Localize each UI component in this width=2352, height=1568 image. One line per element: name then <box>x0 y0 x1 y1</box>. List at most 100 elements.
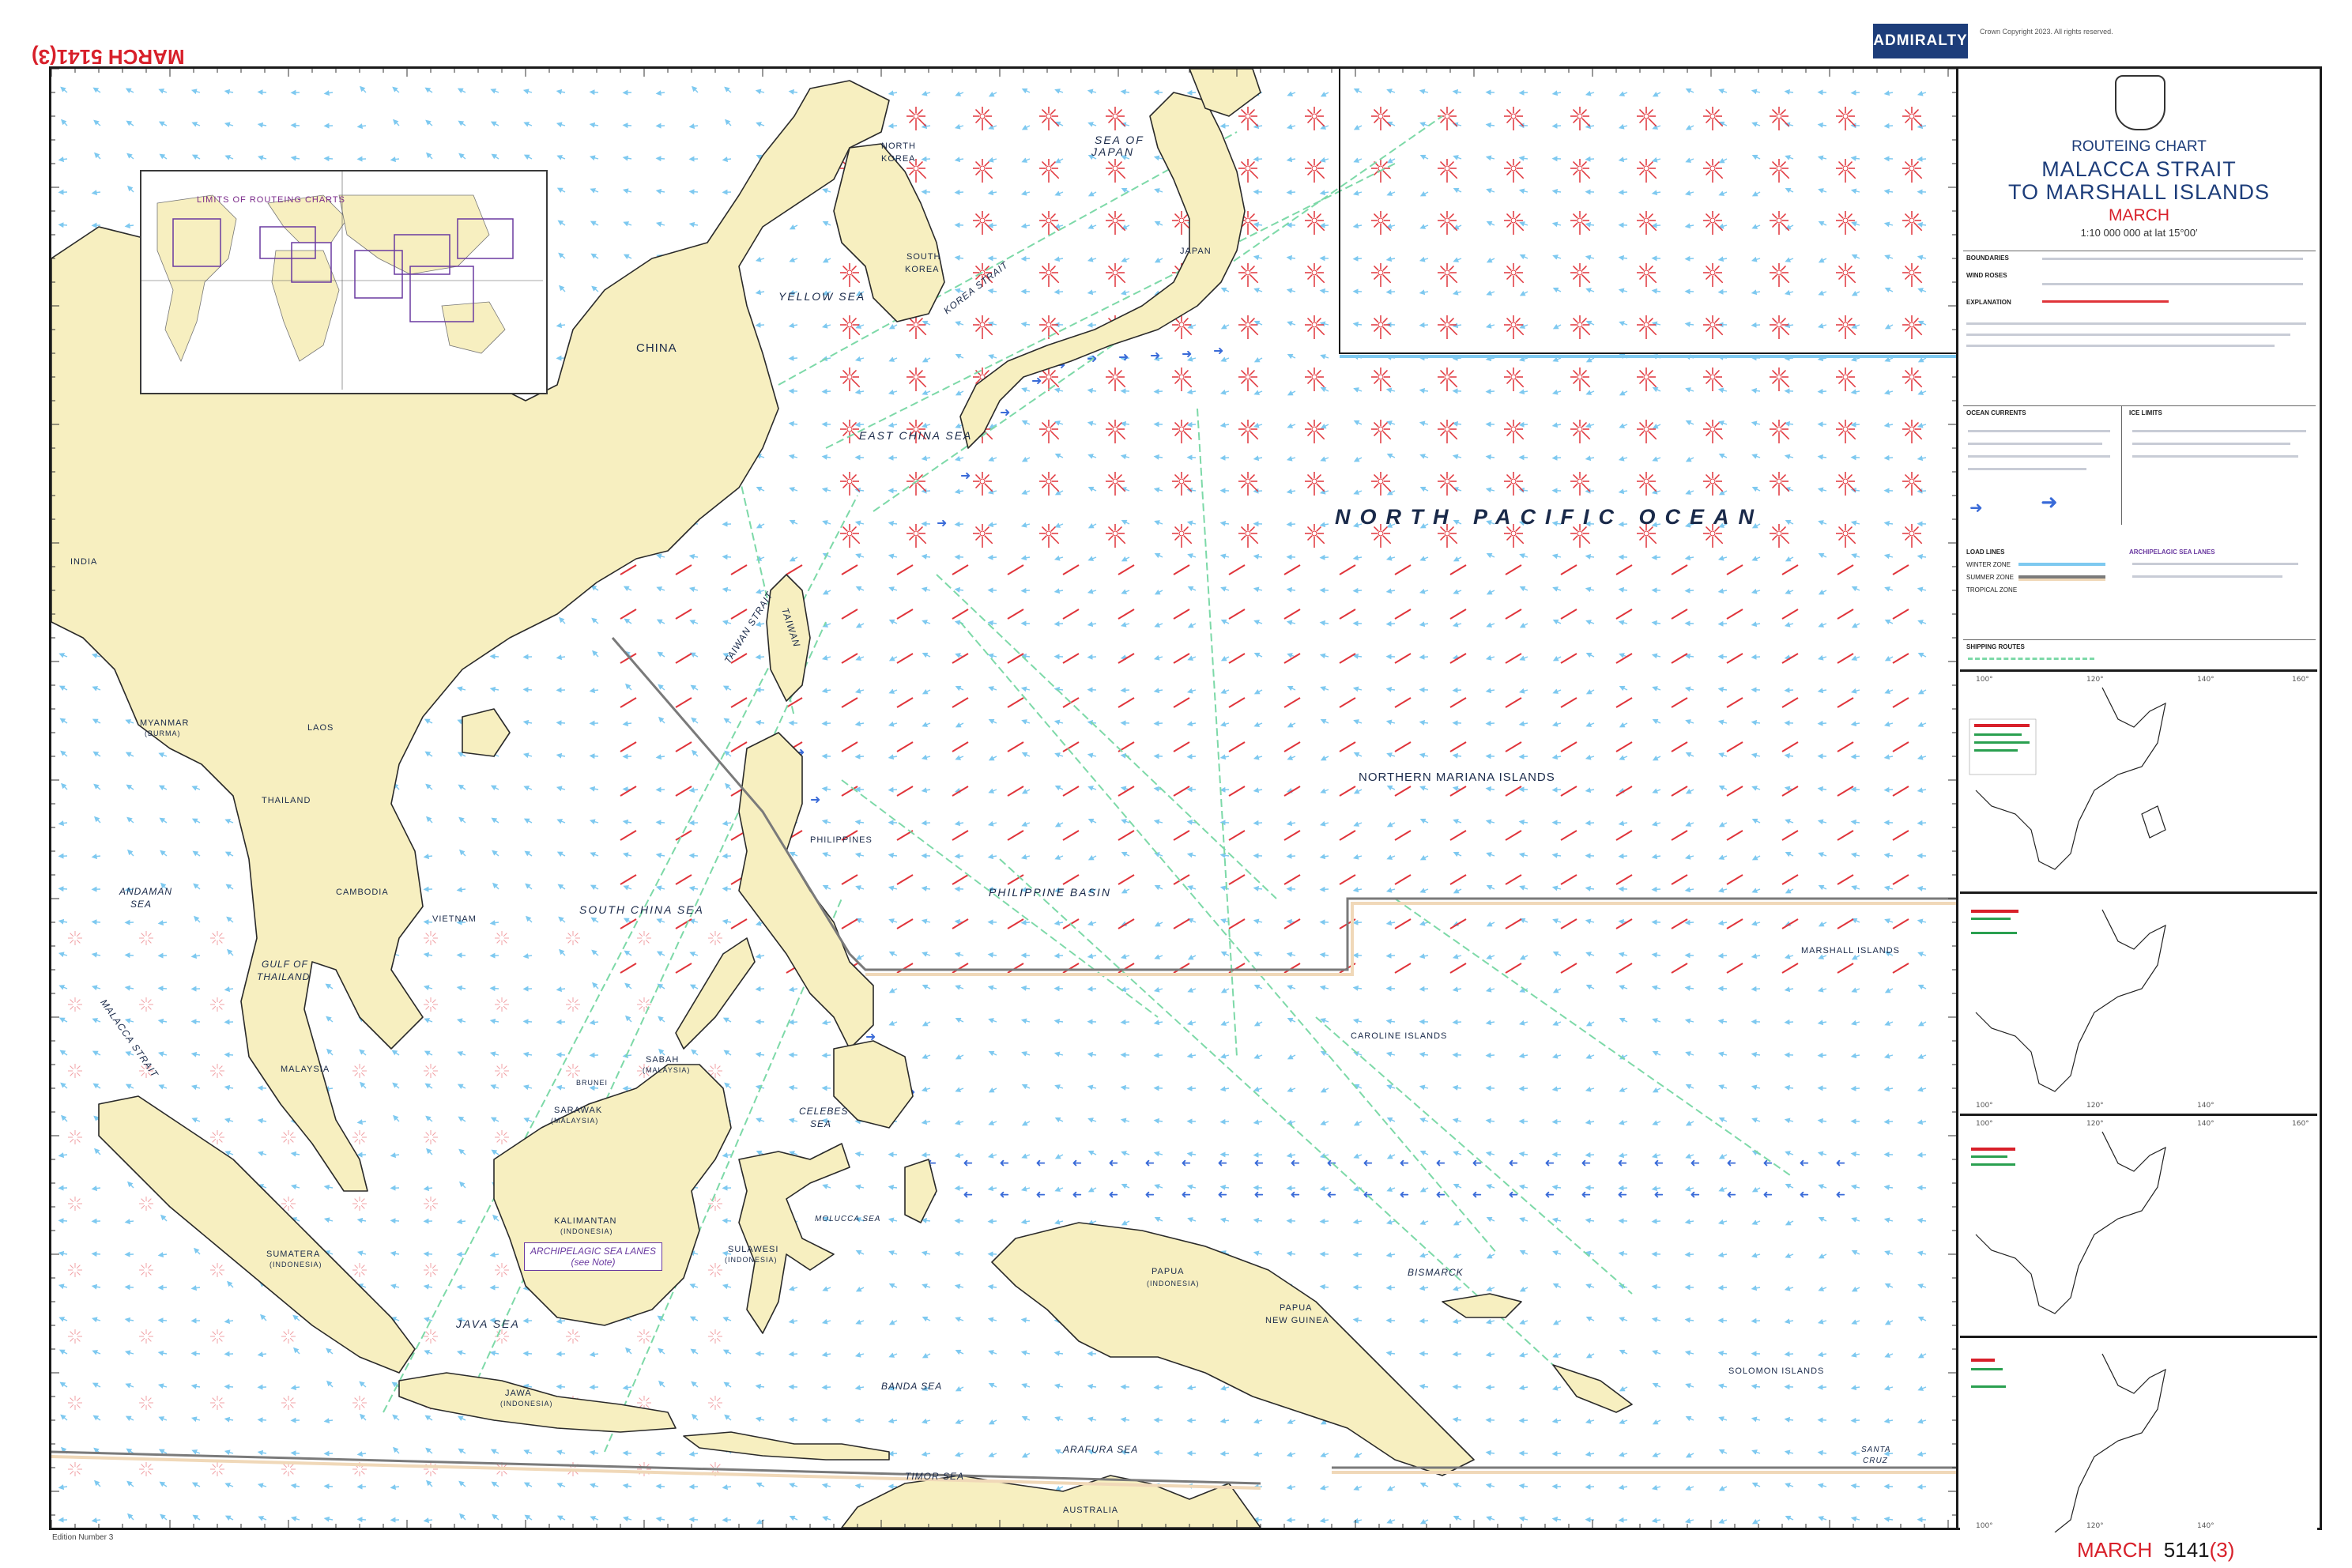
copyright-notice: Crown Copyright 2023. All rights reserve… <box>1980 28 2113 36</box>
chart-month: MARCH <box>2109 206 2169 224</box>
chart-kind: ROUTEING CHART <box>2071 138 2207 155</box>
label-santa-cruz-2: CRUZ <box>1863 1457 1888 1465</box>
label-andaman-sea-1: ANDAMAN <box>119 886 173 897</box>
label-philippine-basin: PHILIPPINE BASIN <box>989 886 1111 899</box>
legend-boundaries-section: BOUNDARIES WIND ROSES EXPLANATION <box>1963 251 2316 378</box>
inset-title: LIMITS OF ROUTEING CHARTS <box>197 195 345 205</box>
label-yellow-sea: YELLOW SEA <box>778 290 866 303</box>
label-laos: LAOS <box>307 723 334 733</box>
label-celebes-sea-1: CELEBES <box>799 1106 849 1117</box>
mini-map-visibility[interactable]: 100° 120° 140° 160° <box>1960 1114 2317 1336</box>
chart-corner-label: MARCH 5141(3) <box>32 45 185 69</box>
chart-title-line2: TO MARSHALL ISLANDS <box>2007 180 2271 204</box>
label-south-korea-2: KOREA <box>905 265 940 274</box>
aspl-note-line1: ARCHIPELAGIC SEA LANES <box>530 1246 656 1257</box>
label-myanmar: MYANMAR <box>140 718 190 728</box>
svg-text:➜: ➜ <box>960 468 971 483</box>
legend-summer-zone: SUMMER ZONE <box>1966 574 2014 581</box>
svg-text:➜: ➜ <box>1000 405 1010 420</box>
label-sabah: SABAH <box>646 1055 680 1065</box>
label-santa-cruz-1: SANTA <box>1861 1446 1891 1454</box>
legend-ice-limits-head: ICE LIMITS <box>2129 409 2162 416</box>
label-kalimantan-sub: (INDONESIA) <box>560 1227 613 1235</box>
footer-number: 5141 <box>2163 1538 2210 1562</box>
label-sarawak-sub: (MALAYSIA) <box>551 1117 599 1125</box>
archipelagic-sea-lanes-note[interactable]: ARCHIPELAGIC SEA LANES (see Note) <box>524 1242 662 1271</box>
label-banda-sea: BANDA SEA <box>881 1381 943 1392</box>
label-japan: JAPAN <box>1180 247 1212 256</box>
label-jawa-sub: (INDONESIA) <box>500 1400 553 1408</box>
label-sea-of-japan-1: SEA OF <box>1095 134 1144 146</box>
label-papua: PAPUA <box>1152 1267 1185 1276</box>
label-java-sea: JAVA SEA <box>456 1317 520 1330</box>
mini-map-monsoon[interactable]: 100° 120° 140° <box>1960 891 2317 1114</box>
side-panel: ROUTEING CHART MALACCA STRAIT TO MARSHAL… <box>1958 66 2322 1558</box>
legend-boundaries-head: BOUNDARIES <box>1966 254 2009 262</box>
label-cambodia: CAMBODIA <box>336 888 389 897</box>
legend-text-line <box>1966 322 2306 325</box>
legend-arrow-icon: ➜ <box>1969 499 1983 517</box>
label-australia: AUSTRALIA <box>1063 1506 1119 1515</box>
label-timor-sea: TIMOR SEA <box>905 1471 965 1482</box>
legend-shipping-routes-head: SHIPPING ROUTES <box>1966 643 2025 650</box>
label-south-china-sea: SOUTH CHINA SEA <box>579 903 704 916</box>
label-sulawesi-sub: (INDONESIA) <box>725 1256 778 1264</box>
legend-boundary-sample <box>2042 258 2303 260</box>
chart-scale: 1:10 000 000 at lat 15°00′ <box>2080 227 2198 239</box>
top-strip: MARCH 5141(3) ADMIRALTY Crown Copyright … <box>0 0 2352 69</box>
admiralty-badge[interactable]: ADMIRALTY <box>1873 24 1968 58</box>
label-vietnam: VIETNAM <box>432 914 477 924</box>
legend-wind-rose-scale <box>2042 283 2303 285</box>
label-kalimantan: KALIMANTAN <box>554 1216 617 1226</box>
label-bismarck: BISMARCK <box>1408 1267 1464 1278</box>
svg-text:➜: ➜ <box>1031 373 1042 388</box>
svg-text:➜: ➜ <box>1182 346 1192 361</box>
legend-wind-roses-head: WIND ROSES <box>1966 272 2007 279</box>
label-caroline-islands: CAROLINE ISLANDS <box>1351 1031 1448 1041</box>
label-sarawak: SARAWAK <box>554 1106 603 1115</box>
mini-map-fog[interactable]: 100° 120° 140° <box>1960 1336 2317 1558</box>
aspl-note-line2: (see Note) <box>571 1257 616 1268</box>
label-india: INDIA <box>70 557 98 567</box>
footer-month: MARCH <box>2077 1538 2153 1562</box>
map-frame[interactable]: ➜ ➜ ➜ ➜ ➜ ➜ ➜ ➜ ➜ ➜ ➜ ➜ ➜ ➜ ➜ ➜ ➜ ➜ ➜ ➜ ➜ ➜ ➜ ➜ ➜ ➜ ➜ ➜ ➜ ➜ ➜ ➜ ➜ ➜ ➜ ➜ ➜ ➜ ➜ ➜… <box>49 66 1958 1530</box>
limits-of-routeing-charts-inset[interactable]: LIMITS OF ROUTEING CHARTS <box>140 170 548 394</box>
label-png-2: NEW GUINEA <box>1265 1316 1329 1325</box>
label-malaysia: MALAYSIA <box>281 1065 330 1074</box>
legend-archipelagic-head: ARCHIPELAGIC SEA LANES <box>2129 548 2215 556</box>
svg-text:➜: ➜ <box>810 792 820 807</box>
mini-map-tropical-storms[interactable]: 100° 120° 140° 160° <box>1960 669 2317 891</box>
label-sea-of-japan-2: JAPAN <box>1091 145 1135 158</box>
legend-wind-sample <box>2042 300 2169 303</box>
label-gulf-thailand-2: THAILAND <box>257 971 311 982</box>
svg-text:➜: ➜ <box>1150 348 1160 363</box>
label-celebes-sea-2: SEA <box>810 1118 832 1129</box>
title-block: ROUTEING CHART MALACCA STRAIT TO MARSHAL… <box>1958 69 2320 266</box>
label-northern-mariana-islands: NORTHERN MARIANA ISLANDS <box>1359 771 1555 784</box>
legend-ocean-currents-head: OCEAN CURRENTS <box>1966 409 2026 416</box>
footer-edition-info: Edition Number 3 <box>52 1533 114 1542</box>
svg-text:➜: ➜ <box>1213 343 1223 358</box>
legend-winter-zone: WINTER ZONE <box>1966 561 2011 568</box>
legend-explanation-head: EXPLANATION <box>1966 299 2011 306</box>
label-papua-sub: (INDONESIA) <box>1147 1280 1200 1287</box>
label-south-korea-1: SOUTH <box>906 252 941 262</box>
label-north-korea-1: NORTH <box>881 141 916 151</box>
label-marshall-islands: MARSHALL ISLANDS <box>1801 946 1901 956</box>
legend-text-line <box>1966 345 2275 347</box>
footer-edition: (3) <box>2209 1538 2235 1562</box>
crest-icon <box>2115 75 2165 130</box>
label-myanmar-sub: (BURMA) <box>145 729 181 737</box>
label-gulf-thailand-1: GULF OF <box>262 959 308 970</box>
label-east-china-sea: EAST CHINA SEA <box>859 429 973 442</box>
footer-chart-label: MARCH 5141(3) <box>2077 1538 2234 1562</box>
legend-tropical-zone: TROPICAL ZONE <box>1966 586 2018 594</box>
label-sumatera: SUMATERA <box>266 1250 321 1259</box>
svg-text:➜: ➜ <box>937 515 947 530</box>
label-philippines: PHILIPPINES <box>810 835 873 845</box>
label-north-pacific-ocean: NORTH PACIFIC OCEAN <box>1335 505 1764 529</box>
label-andaman-sea-2: SEA <box>130 899 153 910</box>
legend-load-lines-head: LOAD LINES <box>1966 548 2005 556</box>
label-china: CHINA <box>636 341 677 355</box>
legend-strong-arrow-icon: ➜ <box>2041 490 2058 514</box>
